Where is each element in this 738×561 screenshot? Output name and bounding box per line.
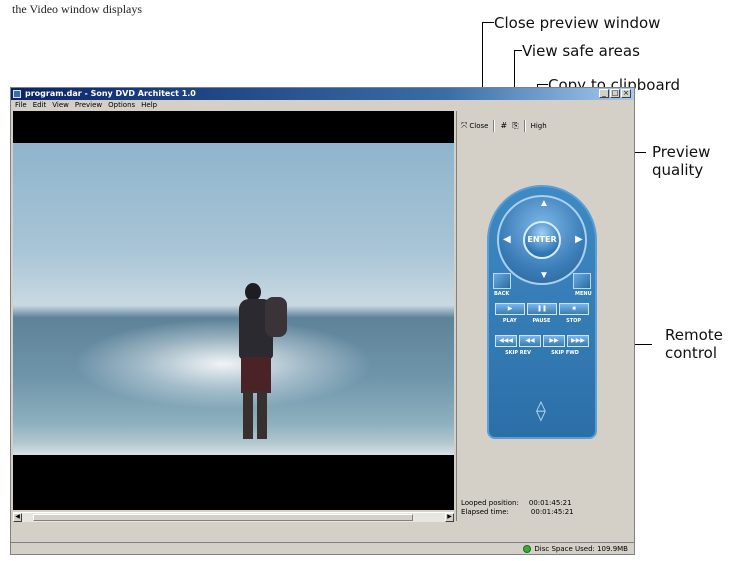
callout-remote-line2: control bbox=[665, 344, 717, 362]
window-title: program.dar - Sony DVD Architect 1.0 bbox=[25, 89, 196, 98]
sun-glare bbox=[73, 319, 373, 409]
looped-position-value: 00:01:45:21 bbox=[528, 499, 572, 507]
transport-row: ▶ ❚❚ ■ bbox=[495, 303, 589, 315]
callout-line-safe-h bbox=[514, 50, 522, 51]
menu-button[interactable] bbox=[573, 273, 591, 289]
scroll-thumb[interactable] bbox=[33, 514, 413, 521]
disc-space-text: Disc Space Used: 109.9MB bbox=[534, 545, 628, 553]
skip-rev-label: SKIP REV bbox=[505, 350, 531, 356]
skip-labels: SKIP REV SKIP FWD bbox=[495, 350, 589, 356]
status-bar: Disc Space Used: 109.9MB bbox=[11, 542, 634, 555]
preview-quality-value: High bbox=[530, 122, 547, 130]
document-text-fragment: the Video window displays bbox=[12, 2, 143, 16]
menu-bar: File Edit View Preview Options Help bbox=[11, 100, 634, 111]
grid-icon: # bbox=[500, 121, 508, 130]
menu-edit[interactable]: Edit bbox=[33, 100, 47, 111]
person-shorts bbox=[241, 357, 271, 393]
callout-safe-areas: View safe areas bbox=[522, 42, 640, 60]
preview-toolbar: ⤧ Close # ⎘ High bbox=[461, 119, 547, 133]
window-controls: _ □ × bbox=[599, 89, 631, 98]
video-frame bbox=[13, 143, 454, 455]
back-button[interactable] bbox=[493, 273, 511, 289]
transport-labels: PLAY PAUSE STOP bbox=[495, 318, 589, 324]
copy-clipboard-button[interactable]: ⎘ bbox=[512, 122, 518, 130]
horizontal-scrollbar[interactable]: ◀ ▶ bbox=[13, 512, 454, 522]
callout-remote-control: Remote control bbox=[665, 326, 723, 362]
elapsed-time-value: 00:01:45:21 bbox=[530, 508, 574, 516]
callout-line-clip-h bbox=[537, 84, 548, 85]
preview-quality-dropdown[interactable]: High bbox=[531, 122, 547, 130]
menu-file[interactable]: File bbox=[15, 100, 27, 111]
play-label: PLAY bbox=[502, 318, 517, 324]
sony-logo-icon: ⟠ bbox=[536, 400, 546, 422]
looped-row: Looped position: 00:01:45:21 bbox=[461, 499, 574, 508]
prev-chapter-button[interactable]: ◀◀◀ bbox=[495, 335, 517, 347]
enter-button[interactable]: ENTER bbox=[523, 221, 561, 259]
remote-control: ▲ ▼ ◀ ▶ ENTER BACK MENU ▶ ❚❚ ■ PLAY PAUS… bbox=[487, 185, 597, 439]
person-leg-left bbox=[243, 391, 253, 439]
pause-button[interactable]: ❚❚ bbox=[527, 303, 557, 315]
scroll-left-icon[interactable]: ◀ bbox=[13, 513, 22, 522]
disc-icon bbox=[523, 545, 532, 553]
scroll-right-icon[interactable]: ▶ bbox=[445, 513, 454, 522]
callout-preview-quality-line2: quality bbox=[652, 161, 704, 179]
callout-preview-quality-line1: Preview bbox=[652, 143, 711, 161]
skip-row: ◀◀◀ ◀◀ ▶▶ ▶▶▶ bbox=[495, 335, 589, 347]
close-preview-label: Close bbox=[469, 122, 489, 130]
fast-forward-button[interactable]: ▶▶ bbox=[543, 335, 565, 347]
left-arrow-icon[interactable]: ◀ bbox=[503, 235, 511, 245]
app-icon bbox=[13, 90, 21, 98]
dpad: ▲ ▼ ◀ ▶ ENTER bbox=[497, 195, 587, 285]
looped-position-label: Looped position: bbox=[461, 499, 519, 507]
close-window-button[interactable]: × bbox=[621, 89, 631, 98]
person-leg-right bbox=[257, 391, 267, 439]
up-arrow-icon[interactable]: ▲ bbox=[539, 199, 549, 209]
menu-options[interactable]: Options bbox=[108, 100, 135, 111]
menu-help[interactable]: Help bbox=[141, 100, 157, 111]
minimize-button[interactable]: _ bbox=[599, 89, 609, 98]
pause-label: PAUSE bbox=[532, 318, 551, 324]
person-silhouette bbox=[231, 283, 287, 453]
stop-label: STOP bbox=[566, 318, 582, 324]
menu-view[interactable]: View bbox=[52, 100, 69, 111]
title-bar[interactable]: program.dar - Sony DVD Architect 1.0 _ □… bbox=[11, 88, 634, 100]
position-info: Looped position: 00:01:45:21 Elapsed tim… bbox=[461, 499, 574, 517]
disc-space-indicator: Disc Space Used: 109.9MB bbox=[523, 544, 628, 554]
toolbar-separator bbox=[523, 120, 526, 132]
back-label: BACK bbox=[494, 291, 510, 297]
skip-fwd-label: SKIP FWD bbox=[551, 350, 579, 356]
right-arrow-icon[interactable]: ▶ bbox=[575, 235, 583, 245]
callout-close-preview: Close preview window bbox=[494, 14, 661, 32]
down-arrow-icon[interactable]: ▼ bbox=[539, 271, 549, 281]
menu-preview[interactable]: Preview bbox=[75, 100, 102, 111]
stop-button[interactable]: ■ bbox=[559, 303, 589, 315]
callout-remote-line1: Remote bbox=[665, 326, 723, 344]
callout-preview-quality: Preview quality bbox=[652, 143, 710, 179]
elapsed-time-label: Elapsed time: bbox=[461, 508, 509, 516]
callout-line-close-h bbox=[482, 22, 494, 23]
rewind-button[interactable]: ◀◀ bbox=[519, 335, 541, 347]
close-preview-icon: ⤧ bbox=[461, 121, 468, 130]
maximize-button[interactable]: □ bbox=[610, 89, 620, 98]
child-silhouette bbox=[265, 297, 287, 337]
elapsed-row: Elapsed time: 00:01:45:21 bbox=[461, 508, 574, 517]
next-chapter-button[interactable]: ▶▶▶ bbox=[567, 335, 589, 347]
clipboard-icon: ⎘ bbox=[512, 121, 519, 130]
preview-side-panel: ⤧ Close # ⎘ High ▲ ▼ ◀ ▶ ENTER BACK MENU… bbox=[456, 111, 633, 521]
menu-label: MENU bbox=[575, 291, 592, 297]
safe-areas-button[interactable]: # bbox=[500, 122, 507, 130]
close-preview-button[interactable]: ⤧ Close bbox=[461, 121, 489, 131]
play-button[interactable]: ▶ bbox=[495, 303, 525, 315]
app-window: program.dar - Sony DVD Architect 1.0 _ □… bbox=[10, 87, 635, 555]
toolbar-separator bbox=[493, 120, 496, 132]
